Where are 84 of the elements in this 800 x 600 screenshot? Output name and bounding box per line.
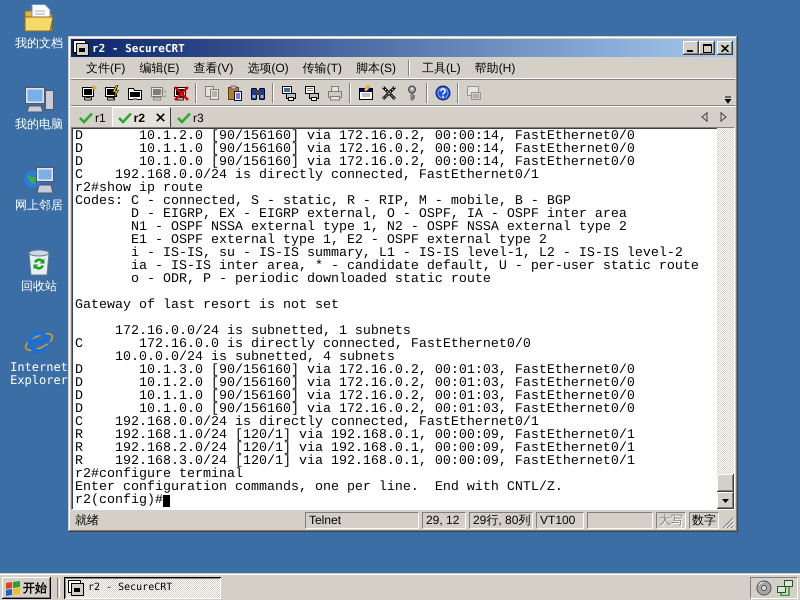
window-properties-icon[interactable] [358,84,374,100]
terminal-line: E1 - OSPF external type 1, E2 - OSPF external type 2 [130,234,547,247]
terminal-line: C 192.168.0.0/24 is directly connected, FastEthernet0/1 [75,416,539,429]
terminal-line: Gateway of last resort is not set [75,299,339,312]
terminal-line: ia - IS-IS inter area, * - candidate default, U - per-user static route [130,260,699,273]
terminal-line: D 10.1.2.0 [90/156160] via 172.16.0.2, 00:01:03, FastEthernet0/0 [75,377,635,390]
terminal-line: 10.0.0.0/24 is subnetted, 4 subnets [114,351,395,364]
screen-printer-icon[interactable] [280,84,296,100]
desktop-icon-label[interactable]: Internet Explorer [6,361,72,387]
close-icon[interactable] [156,113,166,122]
scroll-left-icon[interactable] [701,112,708,122]
disc-icon[interactable] [756,580,772,596]
monitor-x-icon[interactable] [172,84,188,100]
close-icon [721,44,729,52]
menu-item[interactable]: 传输(T) [296,59,349,77]
menu-item[interactable]: 查看(V) [186,59,240,77]
lightning-icon[interactable] [104,84,120,100]
terminal-line: R 192.168.2.0/24 [120/1] via 192.168.0.1, 00:00:09, FastEthernet0/1 [75,442,635,455]
terminal-screen[interactable] [71,127,735,510]
scrollbar-thumb[interactable] [717,474,734,492]
terminal-line: r2#show ip route [75,182,203,195]
window-title: r2 - SecureCRT [92,42,185,54]
network-computer-icon[interactable] [23,164,55,196]
terminal-line: Codes: C - connected, S - static, R - RIP, M - mobile, B - BGP [75,195,571,208]
scrollbar-track[interactable] [717,128,734,509]
terminal-line: i - IS-IS, su - IS-IS summary, L1 - IS-IS level-1, L2 - IS-IS level-2 [130,247,683,260]
caret-down-icon [722,498,729,502]
terminal-line: r2#configure terminal [75,468,243,481]
terminal-prompt: r2(config)# [75,494,163,507]
terminal-line: D 10.1.3.0 [90/156160] via 172.16.0.2, 00:01:03, FastEthernet0/0 [75,364,635,377]
terminal-line: 172.16.0.0/24 is subnetted, 1 subnets [114,325,411,338]
session-tab[interactable]: r1 [75,109,110,127]
page-printer-icon[interactable] [304,84,320,100]
resize-grip-icon[interactable] [722,517,734,529]
scroll-right-icon[interactable] [720,112,727,122]
terminal-line: D 10.1.1.0 [90/156160] via 172.16.0.2, 00:01:03, FastEthernet0/0 [75,390,635,403]
session-tab[interactable]: r3 [173,109,208,127]
menu-item[interactable]: 帮助(H) [468,59,522,77]
start-button[interactable]: 开始 [2,576,51,598]
menu-item[interactable]: 编辑(E) [132,59,186,77]
desktop-icon-label[interactable]: 回收站 [21,280,57,293]
scroll-down-button[interactable] [717,492,734,509]
terminal-window-icon[interactable] [73,40,89,56]
menu-item[interactable]: 选项(O) [240,59,296,77]
terminal-line: D - EIGRP, EX - EIGRP external, O - OSPF, IA - OSPF inter area [130,208,627,221]
maximize-icon [702,44,712,52]
status-panel: Telnet [305,512,419,528]
minimize-button[interactable] [683,41,699,55]
status-panel [587,512,653,528]
terminal-line: o - ODR, P - periodic downloaded static route [130,273,491,286]
taskbar-button[interactable]: r2 - SecureCRT [64,576,221,598]
terminal-line: R 192.168.1.0/24 [120/1] via 192.168.0.1, 00:00:09, FastEthernet0/1 [75,429,635,442]
terminal-window-icon [68,580,84,596]
terminal-line: D 10.1.1.0 [90/156160] via 172.16.0.2, 00:00:14, FastEthernet0/0 [75,143,635,156]
terminal-line: D 10.1.2.0 [90/156160] via 172.16.0.2, 00:00:14, FastEthernet0/0 [75,130,635,143]
status-panel: 29, 12 [422,512,466,528]
status-indicator: 数字 [689,512,719,528]
terminal-line: C 192.168.0.0/24 is directly connected, FastEthernet0/1 [75,169,539,182]
desktop-icon-label[interactable]: 我的文档 [15,37,63,50]
clipboard-icon[interactable] [226,84,242,100]
close-button[interactable] [717,41,733,55]
flag-icon [5,580,21,596]
terminal-line: N1 - OSPF NSSA external type 1, N2 - OSPF NSSA external type 2 [130,221,627,234]
terminal-line: R 192.168.3.0/24 [120/1] via 192.168.0.1, 00:00:09, FastEthernet0/1 [75,455,635,468]
terminal-line: Enter configuration commands, one per line. End with CNTL/Z. [75,481,563,494]
monitor-sparkle-icon[interactable] [80,84,96,100]
terminal-line: C 172.16.0.0 is directly connected, FastEthernet0/0 [75,338,531,351]
desktop-icon-label[interactable]: 我的电脑 [15,118,63,131]
network-icon[interactable] [777,580,793,596]
folder-icon[interactable] [23,2,55,34]
menu-item[interactable]: 工具(L) [414,59,468,77]
desktop-icon-label[interactable]: 网上邻居 [15,199,63,212]
maximize-button[interactable] [699,41,715,55]
menu-item[interactable]: 脚本(S) [348,59,403,77]
session-tab[interactable]: r2 [112,107,172,127]
crossed-tools-icon[interactable] [380,84,396,100]
status-message: 就绪 [74,512,100,528]
menu-item[interactable]: 文件(F) [79,59,132,77]
help-icon[interactable] [434,84,450,100]
status-indicator: 大写 [656,512,686,528]
terminal-line: D 10.1.0.0 [90/156160] via 172.16.0.2, 00:01:03, FastEthernet0/0 [75,403,635,416]
status-panel: 29行, 80列 [469,512,533,528]
status-panel: VT100 [536,512,584,528]
terminal-line: D 10.1.0.0 [90/156160] via 172.16.0.2, 00:00:14, FastEthernet0/0 [75,156,635,169]
